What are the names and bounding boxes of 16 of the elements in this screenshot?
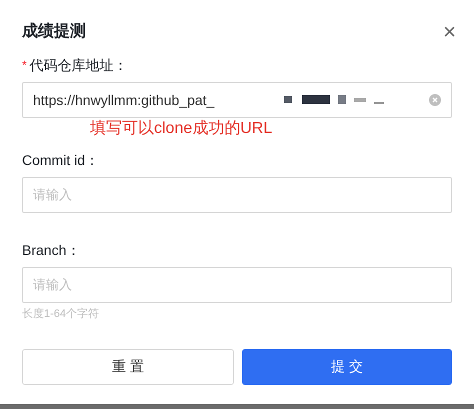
- field-label: 代码仓库地址：: [30, 56, 128, 74]
- submit-button[interactable]: 提 交: [242, 348, 452, 384]
- text-input[interactable]: 请输入: [33, 275, 441, 295]
- required-mark: *: [22, 57, 27, 74]
- close-button[interactable]: ×: [443, 21, 456, 43]
- field-label: Branch：: [22, 240, 80, 260]
- input-field[interactable]: 请输入: [22, 177, 452, 213]
- reset-button[interactable]: 重 置: [22, 348, 234, 384]
- clear-icon[interactable]: [429, 94, 441, 106]
- input-field[interactable]: 请输入: [22, 267, 452, 303]
- text-input[interactable]: 请输入: [33, 185, 441, 205]
- dialog-title: 成绩提测: [22, 22, 86, 42]
- annotation-text: 填写可以clone成功的URL: [90, 119, 274, 139]
- help-text: 长度1-64个字符: [22, 306, 100, 322]
- field-label: Commit id：: [22, 150, 100, 170]
- input-field[interactable]: https://hnwyllmm:github_pat_: [22, 82, 452, 118]
